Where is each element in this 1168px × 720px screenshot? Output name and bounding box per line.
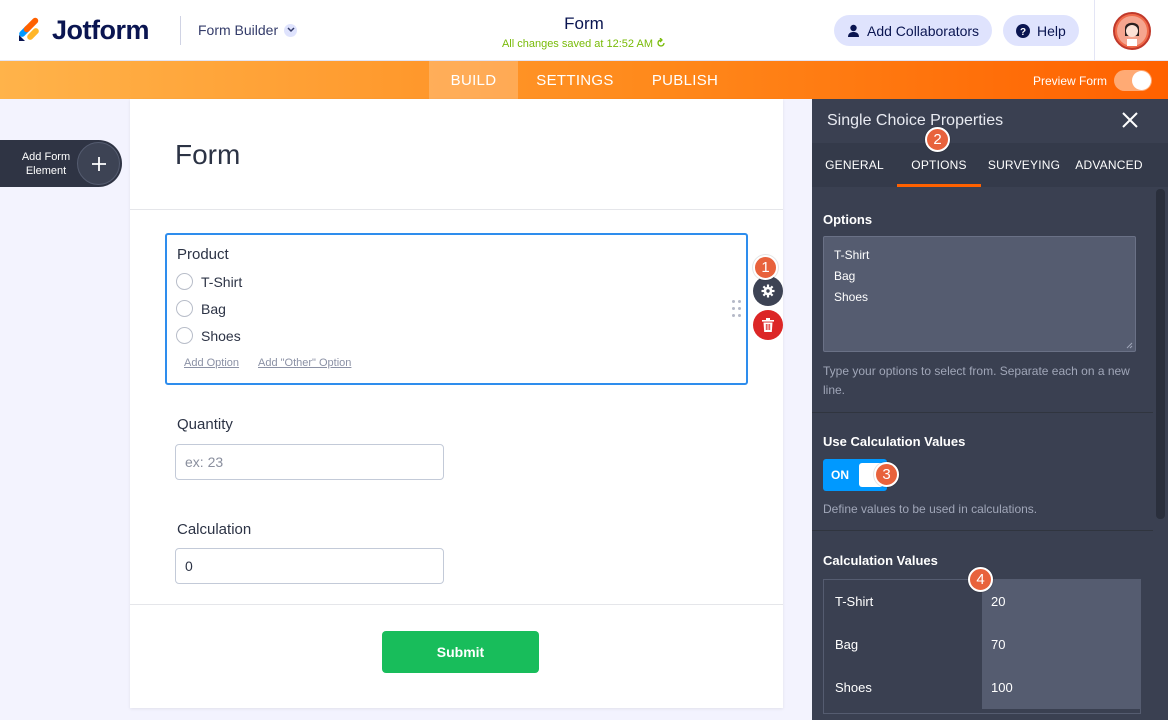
- add-collaborators-label: Add Collaborators: [867, 22, 980, 39]
- option-bag[interactable]: Bag: [176, 300, 226, 317]
- radio-button[interactable]: [176, 300, 193, 317]
- calc-row-name: Shoes: [824, 666, 982, 709]
- option-label: Bag: [201, 300, 226, 317]
- step-badge-4: 4: [968, 567, 993, 592]
- option-shoes[interactable]: Shoes: [176, 327, 241, 344]
- help-button[interactable]: ? Help: [1003, 15, 1079, 46]
- avatar: [1112, 11, 1151, 50]
- calc-row-name: Bag: [824, 623, 982, 666]
- refresh-icon: [657, 37, 665, 47]
- step-badge-1: 1: [753, 255, 778, 280]
- quantity-label[interactable]: Quantity: [177, 416, 233, 433]
- use-calc-values-title: Use Calculation Values: [823, 434, 966, 449]
- tab-build[interactable]: BUILD: [429, 61, 518, 99]
- quantity-input[interactable]: ex: 23: [175, 444, 444, 480]
- form-canvas: Form Product T-Shirt Bag Shoes Add Optio…: [130, 99, 783, 708]
- tab-publish[interactable]: PUBLISH: [640, 61, 730, 99]
- submit-button[interactable]: Submit: [382, 631, 539, 673]
- properties-panel: Single Choice Properties GENERAL OPTIONS…: [812, 99, 1168, 720]
- close-icon[interactable]: [1120, 110, 1140, 130]
- calc-values-help: Define values to be used in calculations…: [823, 502, 1038, 516]
- form-title: Form: [564, 14, 604, 33]
- option-tshirt[interactable]: T-Shirt: [176, 273, 242, 290]
- product-label[interactable]: Product: [177, 246, 229, 263]
- help-icon: ?: [1016, 23, 1030, 38]
- panel-scrollbar[interactable]: [1153, 187, 1168, 720]
- builder-navbar: BUILD SETTINGS PUBLISH Preview Form: [0, 61, 1168, 99]
- options-title: Options: [823, 212, 873, 227]
- options-help: Type your options to select from. Separa…: [823, 364, 1130, 397]
- trash-icon: [762, 318, 774, 332]
- footer-divider-line: [130, 604, 783, 605]
- option-label: Shoes: [201, 327, 241, 344]
- resize-handle-icon[interactable]: [1126, 342, 1133, 349]
- tab-advanced[interactable]: ADVANCED: [1067, 143, 1151, 187]
- user-avatar-icon: [1116, 15, 1147, 46]
- gear-icon: [761, 284, 775, 298]
- calc-row-value[interactable]: 20: [982, 580, 1140, 623]
- radio-button[interactable]: [176, 327, 193, 344]
- radio-button[interactable]: [176, 273, 193, 290]
- table-row: Shoes 100: [824, 666, 1140, 709]
- plus-icon: [77, 142, 120, 185]
- properties-gear-button[interactable]: [753, 276, 783, 306]
- calculation-input[interactable]: 0: [175, 548, 444, 584]
- calculation-value: 0: [185, 558, 193, 574]
- options-textarea[interactable]: T-Shirt Bag Shoes: [823, 236, 1136, 352]
- svg-text:?: ?: [1020, 27, 1026, 38]
- header-divider-line: [130, 209, 783, 210]
- panel-title: Single Choice Properties: [827, 112, 1004, 129]
- step-badge-2: 2: [925, 127, 950, 152]
- delete-field-button[interactable]: [753, 310, 783, 340]
- add-collaborators-button[interactable]: Add Collaborators: [834, 15, 993, 46]
- calc-row-value[interactable]: 70: [982, 623, 1140, 666]
- calc-row-name: T-Shirt: [824, 580, 982, 623]
- top-header: Jotform Form Builder Form All changes sa…: [0, 0, 1168, 61]
- save-status: All changes saved at 12:52 AM: [0, 37, 1168, 50]
- panel-tabs: GENERAL OPTIONS SURVEYING ADVANCED: [812, 143, 1168, 187]
- form-heading[interactable]: Form: [175, 139, 240, 171]
- save-status-text: All changes saved at 12:52 AM: [501, 38, 653, 50]
- product-question[interactable]: Product T-Shirt Bag Shoes Add Option Add…: [165, 233, 748, 385]
- toggle-on-label: ON: [831, 468, 849, 482]
- preview-form-label: Preview Form: [1032, 73, 1107, 88]
- user-icon: [848, 24, 859, 37]
- calc-row-value[interactable]: 100: [982, 666, 1140, 709]
- drag-handle-icon[interactable]: [732, 300, 742, 318]
- help-label: Help: [1037, 22, 1066, 39]
- quantity-placeholder: ex: 23: [185, 454, 224, 470]
- calc-values-table: T-Shirt 20 Bag 70 Shoes 100: [823, 579, 1141, 714]
- calculation-label[interactable]: Calculation: [177, 521, 251, 538]
- tab-surveying[interactable]: SURVEYING: [981, 143, 1067, 187]
- option-label: T-Shirt: [201, 273, 243, 290]
- calc-table-title: Calculation Values: [823, 553, 938, 568]
- avatar-container[interactable]: [1094, 0, 1168, 61]
- options-line: Bag: [834, 269, 856, 283]
- preview-form-control: Preview Form: [1033, 70, 1152, 91]
- table-row: Bag 70: [824, 623, 1140, 666]
- add-option-link[interactable]: Add Option: [184, 357, 239, 369]
- tab-settings[interactable]: SETTINGS: [530, 61, 620, 99]
- step-badge-3: 3: [874, 462, 899, 487]
- options-line: T-Shirt: [834, 248, 870, 262]
- tab-general[interactable]: GENERAL: [812, 143, 897, 187]
- options-line: Shoes: [834, 290, 869, 304]
- preview-form-toggle[interactable]: [1114, 70, 1152, 91]
- add-other-option-link[interactable]: Add "Other" Option: [258, 357, 351, 369]
- add-form-element-button[interactable]: Add Form Element: [0, 140, 122, 187]
